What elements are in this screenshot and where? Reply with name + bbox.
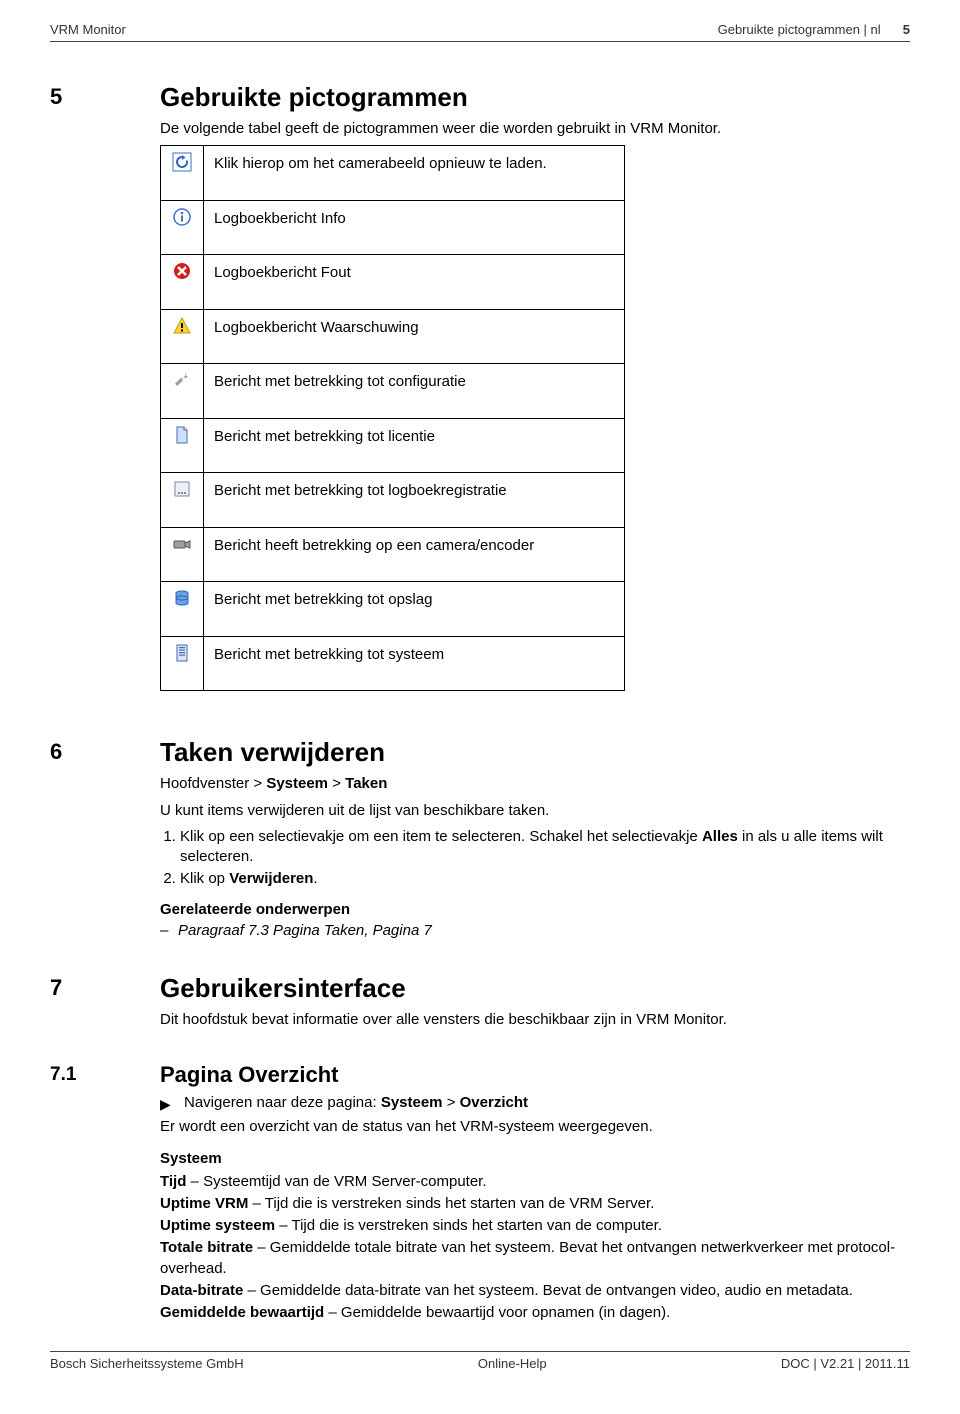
section-title: Gebruikersinterface	[160, 973, 910, 1004]
triangle-icon: ▶	[160, 1096, 184, 1113]
icon-desc: Bericht met betrekking tot licentie	[204, 418, 625, 473]
info-icon	[172, 207, 192, 227]
icon-desc: Bericht met betrekking tot opslag	[204, 582, 625, 637]
icon-desc: Bericht heeft betrekking op een camera/e…	[204, 527, 625, 582]
body-text: Er wordt een overzicht van de status van…	[160, 1117, 910, 1137]
section-number: 5	[50, 82, 160, 733]
list-item: Klik op Verwijderen.	[180, 869, 910, 889]
page-number: 5	[903, 22, 910, 37]
section-title: Pagina Overzicht	[160, 1062, 910, 1088]
table-row: Logboekbericht Info	[161, 200, 625, 255]
list-item: Uptime systeem – Tijd die is verstreken …	[160, 1216, 910, 1236]
warning-icon	[172, 316, 192, 336]
table-row: Bericht met betrekking tot configuratie	[161, 364, 625, 419]
list-item: Uptime VRM – Tijd die is verstreken sind…	[160, 1194, 910, 1214]
section-title: Taken verwijderen	[160, 737, 910, 768]
wrench-icon	[172, 370, 192, 390]
breadcrumb: Hoofdvenster > Systeem > Taken	[160, 774, 910, 794]
icon-desc: Klik hierop om het camerabeeld opnieuw t…	[204, 146, 625, 201]
icon-desc: Logboekbericht Info	[204, 200, 625, 255]
footer-doc-type: Online-Help	[478, 1356, 547, 1371]
log-icon	[172, 479, 192, 499]
body-text: Dit hoofdstuk bevat informatie over alle…	[160, 1010, 910, 1030]
section-intro: De volgende tabel geeft de pictogrammen …	[160, 119, 910, 139]
body-text: U kunt items verwijderen uit de lijst va…	[160, 801, 910, 821]
page-header: VRM Monitor Gebruikte pictogrammen | nl …	[50, 22, 910, 42]
icon-desc: Logboekbericht Waarschuwing	[204, 309, 625, 364]
header-breadcrumb: Gebruikte pictogrammen | nl 5	[714, 22, 910, 37]
icon-table: Klik hierop om het camerabeeld opnieuw t…	[160, 145, 625, 691]
section-number: 6	[50, 737, 160, 969]
definition-list: Tijd – Systeemtijd van de VRM Server-com…	[160, 1172, 910, 1324]
table-row: Logboekbericht Waarschuwing	[161, 309, 625, 364]
footer-version: DOC | V2.21 | 2011.11	[781, 1356, 910, 1371]
list-item: Gemiddelde bewaartijd – Gemiddelde bewaa…	[160, 1303, 910, 1323]
icon-desc: Bericht met betrekking tot systeem	[204, 636, 625, 691]
list-item: Data-bitrate – Gemiddelde data-bitrate v…	[160, 1281, 910, 1301]
nav-path-row: ▶ Navigeren naar deze pagina: Systeem > …	[160, 1094, 910, 1113]
footer-company: Bosch Sicherheitssysteme GmbH	[50, 1356, 244, 1371]
related-list: Paragraaf 7.3 Pagina Taken, Pagina 7	[160, 922, 910, 939]
section-title: Gebruikte pictogrammen	[160, 82, 910, 113]
related-heading: Gerelateerde onderwerpen	[160, 900, 910, 920]
error-icon	[172, 261, 192, 281]
list-item: Totale bitrate – Gemiddelde totale bitra…	[160, 1238, 910, 1279]
header-product: VRM Monitor	[50, 22, 126, 37]
page-footer: Bosch Sicherheitssysteme GmbH Online-Hel…	[50, 1351, 910, 1371]
table-row: Bericht met betrekking tot logboekregist…	[161, 473, 625, 528]
list-item: Paragraaf 7.3 Pagina Taken, Pagina 7	[178, 922, 910, 939]
table-row: Bericht met betrekking tot licentie	[161, 418, 625, 473]
steps-list: Klik op een selectievakje om een item te…	[180, 827, 910, 890]
section-number: 7.1	[50, 1062, 160, 1325]
table-row: Logboekbericht Fout	[161, 255, 625, 310]
system-icon	[172, 643, 192, 663]
table-row: Bericht met betrekking tot systeem	[161, 636, 625, 691]
table-row: Klik hierop om het camerabeeld opnieuw t…	[161, 146, 625, 201]
camera-icon	[172, 534, 192, 554]
icon-desc: Bericht met betrekking tot configuratie	[204, 364, 625, 419]
section-number: 7	[50, 973, 160, 1058]
table-row: Bericht met betrekking tot opslag	[161, 582, 625, 637]
table-row: Bericht heeft betrekking op een camera/e…	[161, 527, 625, 582]
refresh-icon	[172, 152, 192, 172]
icon-desc: Logboekbericht Fout	[204, 255, 625, 310]
sub-heading: Systeem	[160, 1149, 910, 1169]
document-icon	[172, 425, 192, 445]
list-item: Klik op een selectievakje om een item te…	[180, 827, 910, 868]
list-item: Tijd – Systeemtijd van de VRM Server-com…	[160, 1172, 910, 1192]
storage-icon	[172, 588, 192, 608]
icon-desc: Bericht met betrekking tot logboekregist…	[204, 473, 625, 528]
